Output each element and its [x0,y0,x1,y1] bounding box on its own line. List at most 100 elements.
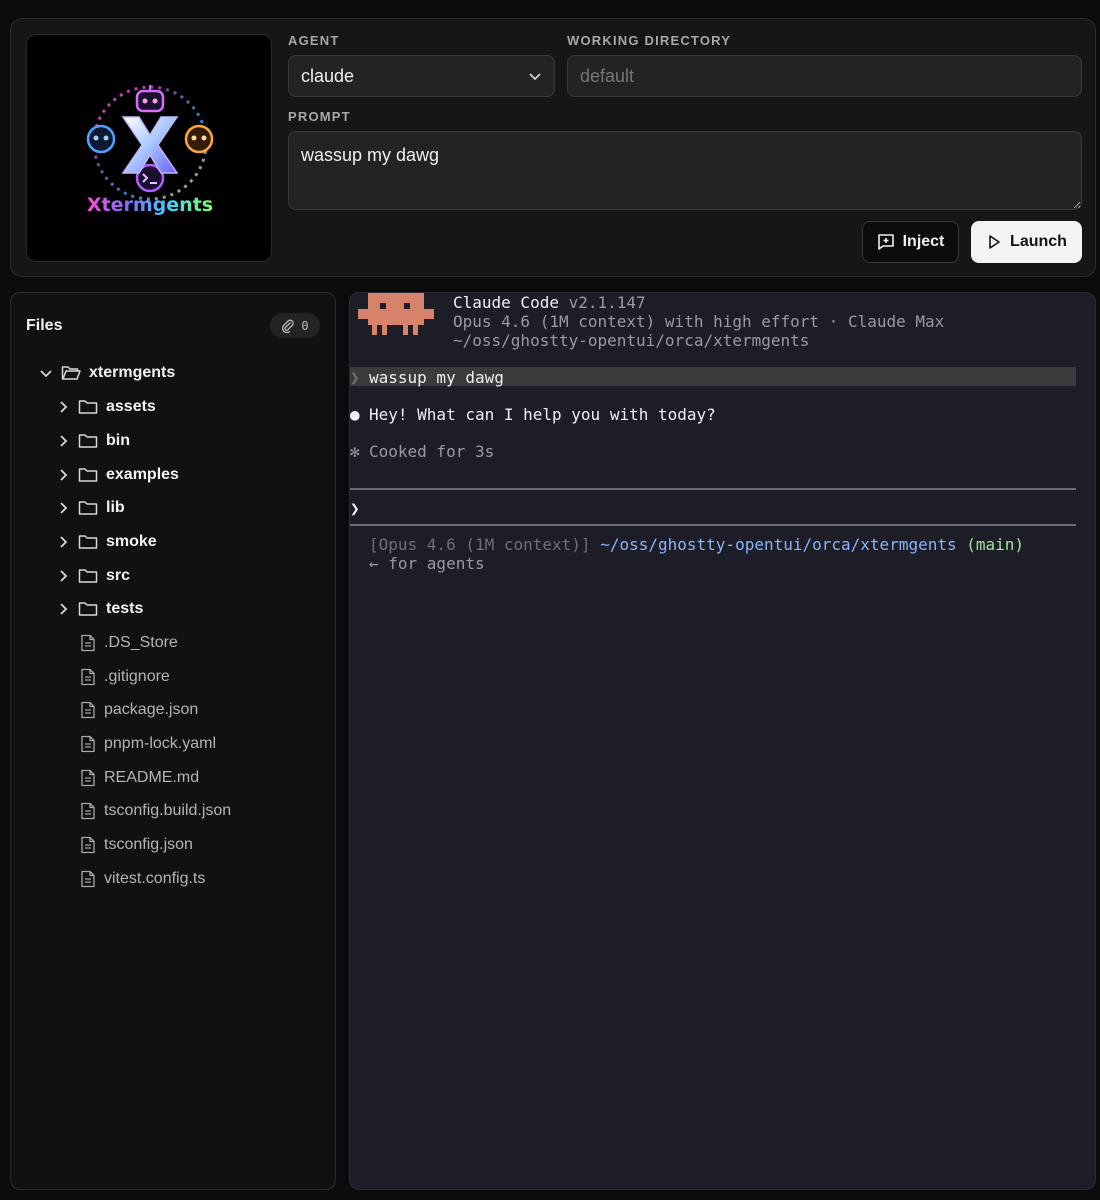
status-branch: (main) [966,535,1025,554]
tree-folder-label: src [106,567,131,584]
tree-folder-label: smoke [106,533,157,550]
tree-file[interactable]: .gitignore [80,662,170,692]
tree-file-label: package.json [104,701,199,718]
terminal-cooked-marker: ✻ [350,442,360,461]
file-icon [81,769,95,787]
tree-file[interactable]: pnpm-lock.yaml [80,729,216,759]
chevron-right-icon [60,570,68,582]
file-icon [81,802,95,820]
terminal-cooked: Cooked for 3s [369,442,495,461]
tree-folder[interactable]: assets [56,392,156,422]
tree-root-label: xtermgents [89,364,176,381]
paperclip-icon [282,319,295,333]
file-icon [81,668,95,686]
tree-file-label: .DS_Store [104,634,178,651]
workdir-label: WORKING DIRECTORY [567,33,732,48]
tree-folder[interactable]: examples [56,460,179,490]
file-icon [81,701,95,719]
file-icon [81,634,95,652]
tree-root-folder[interactable]: xtermgents [39,358,175,388]
terminal-divider [350,488,1076,490]
tree-file-label: .gitignore [104,668,170,685]
files-title: Files [26,317,63,334]
terminal-status-line: [Opus 4.6 (1M context)] ~/oss/ghostty-op… [369,535,1024,554]
folder-open-icon [61,366,81,380]
inject-button[interactable]: Inject [862,221,959,263]
xtermgents-logo-icon: Xtermgents [86,85,214,216]
launch-label: Launch [1010,233,1067,250]
folder-icon [78,468,98,482]
tree-file[interactable]: package.json [80,695,198,725]
file-icon [81,735,95,753]
logo-text: Xtermgents [87,194,213,216]
tree-folder-label: tests [106,600,144,617]
chevron-right-icon [60,469,68,481]
workdir-input[interactable] [567,55,1082,97]
tree-folder[interactable]: tests [56,594,143,624]
terminal-status-hint: ← for agents [369,554,485,573]
folder-icon [78,569,98,583]
tree-file-label: pnpm-lock.yaml [104,735,217,752]
tree-folder-label: assets [106,398,156,415]
chevron-right-icon [60,502,68,514]
tree-file[interactable]: vitest.config.ts [80,864,205,894]
tree-folder-label: examples [106,466,179,483]
prompt-label: PROMPT [288,109,351,124]
tree-file-label: tsconfig.json [104,836,193,853]
tree-file[interactable]: tsconfig.build.json [80,796,231,826]
terminal-model-line: Opus 4.6 (1M context) with high effort ·… [453,312,945,331]
chevron-right-icon [60,536,68,548]
agent-label: AGENT [288,33,340,48]
folder-icon [78,400,98,414]
attach-count: 0 [301,318,309,333]
tree-folder[interactable]: src [56,561,130,591]
folder-icon [78,535,98,549]
agent-select-value: claude [301,65,355,86]
logo: Xtermgents [26,34,272,262]
terminal-panel[interactable]: Claude Code v2.1.147 Opus 4.6 (1M contex… [349,292,1096,1190]
tree-folder[interactable]: smoke [56,527,157,557]
launch-panel: Xtermgents AGENT claude WORKING DIRECTOR… [10,18,1096,277]
files-panel: Files 0 xtermgents assets bin examples l… [10,292,336,1190]
prompt-textarea[interactable]: wassup my dawg [288,131,1082,210]
tree-file-label: README.md [104,769,200,786]
status-model: [Opus 4.6 (1M context)] [369,535,591,554]
status-path: ~/oss/ghostty-opentui/orca/xtermgents [600,535,957,554]
folder-icon [78,501,98,515]
terminal-divider [350,524,1076,526]
message-plus-icon [877,234,894,250]
terminal-prompt-marker: ❯ [350,368,360,387]
terminal-cwd-line: ~/oss/ghostty-opentui/orca/xtermgents [453,331,810,350]
chevron-right-icon [60,401,68,413]
tree-folder[interactable]: lib [56,493,125,523]
terminal-reply-bullet: ● [350,405,360,424]
tree-file-label: vitest.config.ts [104,870,206,887]
terminal-input-marker[interactable]: ❯ [350,499,360,518]
file-icon [81,836,95,854]
terminal-header-line: Claude Code v2.1.147 [453,293,646,312]
terminal-app-name: Claude Code [453,293,559,312]
play-icon [989,235,1000,249]
launch-button[interactable]: Launch [971,221,1082,263]
chevron-right-icon [60,435,68,447]
tree-folder-label: bin [106,432,130,449]
terminal-reply: Hey! What can I help you with today? [369,405,716,424]
tree-folder-label: lib [106,499,125,516]
folder-icon [78,434,98,448]
terminal-user-input: wassup my dawg [369,368,504,387]
chevron-down-icon [529,73,541,81]
inject-label: Inject [902,233,945,250]
tree-file[interactable]: .DS_Store [80,628,178,658]
tree-file[interactable]: README.md [80,763,199,793]
chevron-down-icon [40,370,52,378]
terminal-version: v2.1.147 [568,293,646,312]
folder-icon [78,602,98,616]
chevron-right-icon [60,603,68,615]
tree-folder[interactable]: bin [56,426,130,456]
tree-file-label: tsconfig.build.json [104,802,232,819]
agent-select[interactable]: claude [288,55,555,97]
attach-badge[interactable]: 0 [270,313,320,338]
claude-mascot-icon [358,293,434,335]
tree-file[interactable]: tsconfig.json [80,830,193,860]
file-icon [81,870,95,888]
